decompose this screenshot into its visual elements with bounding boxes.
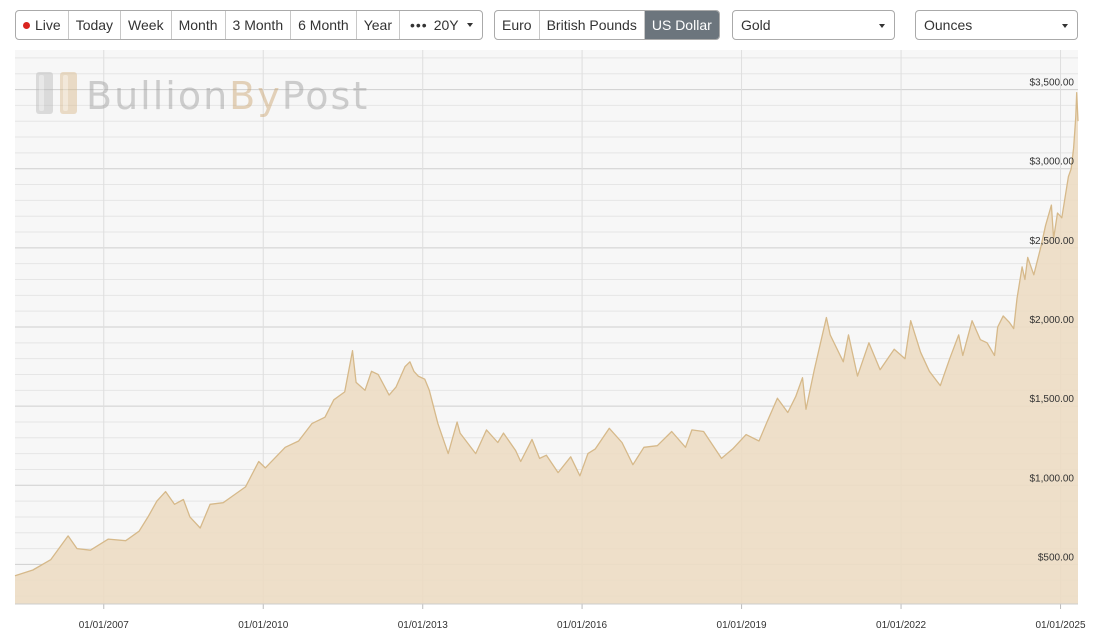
watermark-text-part1: Bullion bbox=[86, 74, 229, 118]
x-axis-labels: 01/01/2007 01/01/2010 01/01/2013 01/01/2016… bbox=[15, 603, 1086, 631]
watermark-text-part3: Post bbox=[282, 74, 370, 118]
y-tick-label: $2,000.00 bbox=[1030, 315, 1075, 326]
y-tick-label: $3,000.00 bbox=[1030, 157, 1075, 168]
gold-bar-icon bbox=[60, 72, 77, 114]
y-tick-label: $1,500.00 bbox=[1030, 394, 1075, 405]
x-tick-label: 01/01/2016 bbox=[557, 620, 607, 631]
x-tick-label: 01/01/2022 bbox=[876, 620, 926, 631]
x-tick-label: 01/01/2013 bbox=[398, 620, 448, 631]
svg-text:BullionByPost: BullionByPost bbox=[86, 74, 369, 118]
silver-bar-icon bbox=[36, 72, 53, 114]
x-tick-label: 01/01/2025 bbox=[1036, 620, 1086, 631]
y-tick-label: $1,000.00 bbox=[1030, 473, 1075, 484]
y-tick-label: $2,500.00 bbox=[1030, 236, 1075, 247]
bullionbypost-watermark: BullionByPost bbox=[36, 72, 369, 118]
y-tick-label: $3,500.00 bbox=[1030, 78, 1075, 89]
x-tick-label: 01/01/2007 bbox=[79, 620, 129, 631]
x-tick-label: 01/01/2010 bbox=[238, 620, 288, 631]
y-tick-label: $500.00 bbox=[1038, 552, 1075, 563]
x-tick-label: 01/01/2019 bbox=[717, 620, 767, 631]
watermark-text-part2: By bbox=[229, 74, 282, 118]
gold-price-chart[interactable]: BullionByPost $500.00 $1,000.00 $1,500.00 $… bbox=[0, 0, 1101, 632]
